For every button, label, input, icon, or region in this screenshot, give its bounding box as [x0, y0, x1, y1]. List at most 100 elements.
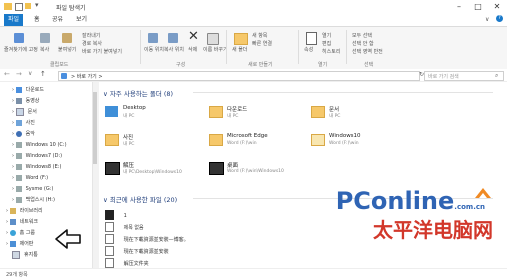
nav-item-drive-d[interactable]: › Windows7 (D:)	[12, 151, 62, 161]
edit-button[interactable]: 편집	[322, 40, 331, 47]
nav-item-music[interactable]: › 음악	[12, 129, 35, 139]
nav-label: 네트워크	[19, 219, 38, 225]
new-folder-quick-icon[interactable]	[25, 3, 31, 9]
file-icon	[105, 222, 114, 232]
folder-tile-windows10[interactable]: Windows10 Word (F:)\win	[311, 132, 411, 158]
select-all-button[interactable]: 모두 선택	[352, 32, 372, 39]
search-input[interactable]: 바로 가기 검색 ⌕	[424, 71, 504, 81]
nav-label: 동영상	[25, 98, 40, 104]
folder-tile-documents[interactable]: 문서 내 PC	[311, 104, 411, 130]
chevron-right-icon: ›	[6, 219, 8, 225]
watermark-brand-a: PC	[335, 187, 371, 215]
tab-home[interactable]: 홈	[30, 14, 44, 26]
control-panel-icon	[9, 240, 16, 247]
new-folder-button[interactable]: 새 폴더	[232, 46, 247, 53]
ribbon-collapse-icon[interactable]: ∨	[485, 16, 489, 23]
download-icon	[15, 86, 22, 93]
recent-file-name: 解压文件夹	[123, 260, 149, 267]
ribbon-separator	[226, 30, 227, 64]
back-arrow-icon[interactable]: ←	[4, 70, 10, 78]
nav-item-drive-c[interactable]: › Windows 10 (C:)	[12, 140, 67, 150]
address-input[interactable]: > 바로 가기 >	[58, 71, 420, 81]
nav-scrollbar-thumb[interactable]	[93, 92, 97, 164]
easy-access-button[interactable]: 빠른 연결	[252, 40, 272, 47]
folder-tile-microsoft-edge[interactable]: Microsoft Edge Word (F:)\win	[209, 132, 309, 158]
pictures-folder-icon	[105, 134, 119, 146]
help-icon[interactable]: ?	[496, 15, 503, 22]
close-button[interactable]: ✕	[488, 0, 506, 14]
recent-locations-icon[interactable]: ∨	[28, 70, 32, 77]
copy-button[interactable]: 복사	[40, 46, 49, 53]
recent-files-header[interactable]: ∨ 최근에 사용한 파일 (20)	[103, 194, 177, 204]
recent-file-row[interactable]: 제목 없음	[105, 222, 144, 232]
maximize-button[interactable]: □	[469, 0, 487, 14]
nav-item-network[interactable]: › 네트워크	[6, 217, 38, 227]
nav-item-control-panel[interactable]: › 제어판	[6, 239, 33, 249]
paste-shortcut-button[interactable]: 바로 가기 붙여넣기	[82, 48, 122, 55]
open-button[interactable]: 열기	[322, 32, 331, 39]
rename-button[interactable]: 이름 바꾸기	[203, 46, 228, 53]
copy-to-button[interactable]: 복사 위치	[164, 46, 184, 53]
pin-quick-access-button[interactable]: 즐겨찾기에 고정	[4, 46, 38, 53]
nav-item-homegroup[interactable]: › 홈 그룹	[6, 228, 35, 238]
folder-tile-downloads[interactable]: 다운로드 내 PC	[209, 104, 309, 130]
history-button[interactable]: 히스토리	[322, 48, 340, 55]
ribbon-separator	[346, 30, 347, 64]
tile-name: 解压	[123, 163, 135, 169]
nav-item-drive-e[interactable]: › Windows8 (E:)	[12, 162, 61, 172]
chevron-right-icon: ›	[6, 230, 8, 236]
nav-label: 음악	[25, 131, 35, 137]
nav-label: 다운로드	[25, 87, 44, 93]
tab-view[interactable]: 보기	[72, 14, 91, 26]
nav-label: Word (F:)	[25, 175, 49, 181]
select-none-button[interactable]: 선택 안 함	[352, 40, 374, 47]
chevron-right-icon: ›	[6, 208, 8, 214]
recent-file-row[interactable]: 現在下載資源並安裝—博客。	[105, 234, 189, 244]
delete-button[interactable]: 삭제	[188, 46, 197, 53]
properties-quick-icon[interactable]	[15, 3, 23, 11]
frequent-folders-header[interactable]: ∨ 자주 사용하는 폴더 (8)	[103, 88, 173, 98]
new-item-button[interactable]: 새 항목	[252, 32, 267, 39]
folder-tile-desktop-cn[interactable]: 桌面 Word (F:)\win\Windows10	[209, 160, 309, 186]
unzip-folder-icon	[105, 162, 120, 175]
minimize-button[interactable]: –	[450, 0, 468, 14]
nav-item-drive-f[interactable]: › Word (F:)	[12, 173, 48, 183]
recent-file-row[interactable]: 解压文件夹	[105, 258, 149, 268]
nav-item-drive-h[interactable]: › 백업스시 (H:)	[12, 195, 55, 205]
move-to-button[interactable]: 이동 위치	[144, 46, 164, 53]
folder-tile-desktop[interactable]: Desktop 내 PC	[105, 104, 205, 130]
paste-button[interactable]: 붙여넣기	[58, 46, 76, 53]
copy-path-button[interactable]: 경로 복사	[82, 40, 102, 47]
up-arrow-icon[interactable]: ↑	[40, 70, 46, 78]
tile-sub: Word (F:)\win	[227, 141, 257, 146]
chevron-right-icon: ›	[6, 241, 8, 247]
nav-label: 휴지통	[24, 252, 38, 258]
watermark-brand-b: online	[370, 187, 455, 215]
recent-file-row[interactable]: 1	[105, 210, 127, 220]
quick-access-dropdown-icon[interactable]: ▾	[35, 1, 39, 9]
documents-folder-icon	[311, 106, 325, 118]
nav-item-pictures[interactable]: › 사진	[12, 118, 35, 128]
rename-icon	[207, 33, 219, 45]
invert-selection-button[interactable]: 선택 영역 반전	[352, 48, 383, 55]
nav-item-downloads[interactable]: › 다운로드	[12, 85, 44, 95]
folder-tile-pictures[interactable]: 사진 내 PC	[105, 132, 205, 158]
group-select-label: 선택	[364, 62, 374, 68]
chevron-right-icon: ›	[12, 109, 14, 115]
tab-file[interactable]: 파일	[4, 14, 24, 26]
folder-tile-unzip[interactable]: 解压 내 PC\Desktop\Windows10	[105, 160, 205, 186]
recent-file-row[interactable]: 現在下載資源並安裝	[105, 246, 169, 256]
nav-label: Windows7 (D:)	[25, 153, 63, 159]
nav-item-libraries[interactable]: › 라이브러리	[6, 206, 43, 216]
nav-item-documents[interactable]: › 문서	[12, 107, 37, 117]
network-icon	[9, 218, 16, 225]
forward-arrow-icon[interactable]: →	[16, 70, 22, 78]
downloads-folder-icon	[209, 106, 223, 118]
section-divider	[193, 92, 493, 93]
nav-item-videos[interactable]: › 동영상	[12, 96, 39, 106]
properties-button[interactable]: 속성	[304, 46, 313, 53]
nav-item-drive-g[interactable]: › Sysme (G:)	[12, 184, 53, 194]
nav-item-recycle-bin[interactable]: 휴지통	[6, 250, 38, 260]
tab-share[interactable]: 공유	[48, 14, 67, 26]
cut-button[interactable]: 잘라내기	[82, 32, 100, 39]
